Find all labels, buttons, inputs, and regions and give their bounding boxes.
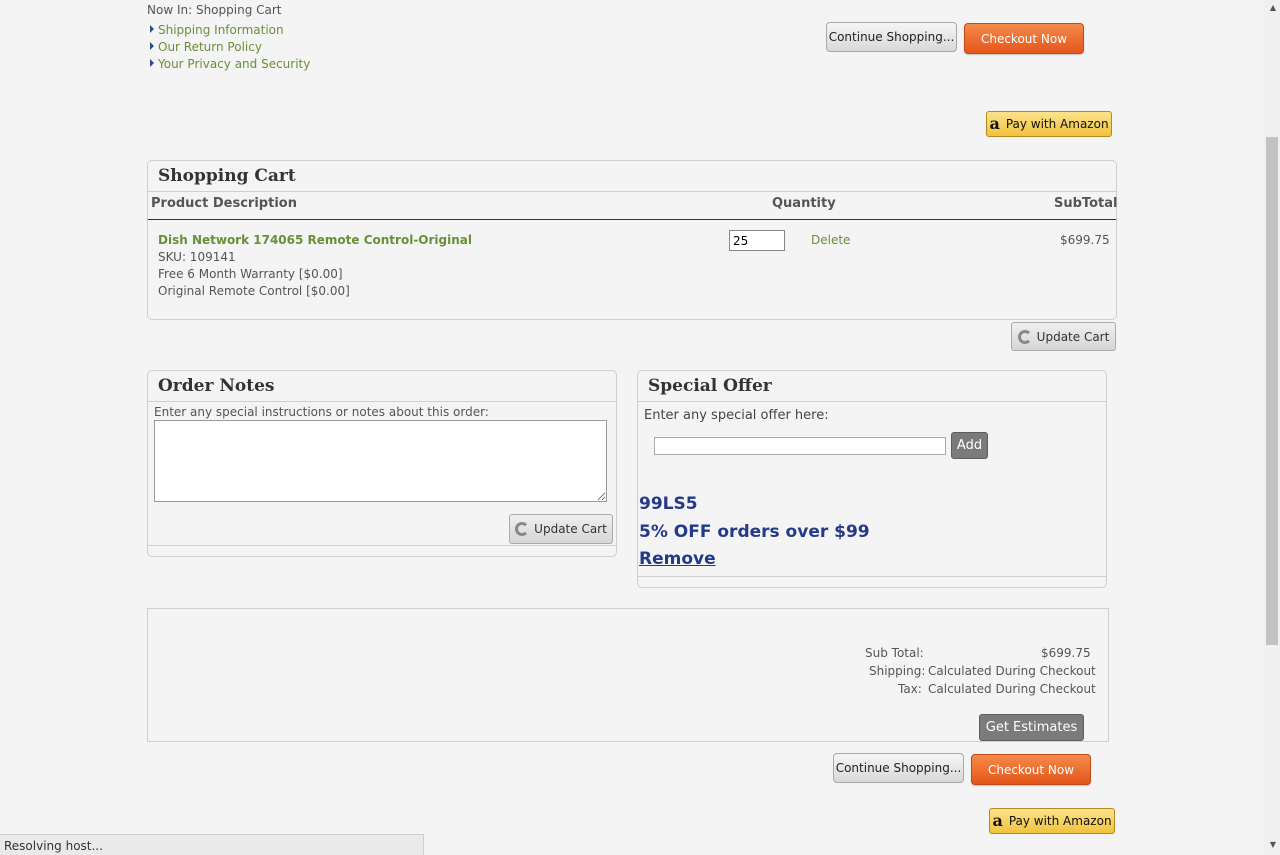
sub-total-label: Sub Total: bbox=[865, 646, 924, 660]
checkout-now-button-top[interactable]: Checkout Now bbox=[964, 23, 1084, 54]
offer-code: 99LS5 bbox=[639, 494, 698, 514]
update-cart-button-notes[interactable]: Update Cart bbox=[509, 514, 613, 544]
divider bbox=[638, 401, 1106, 402]
continue-shopping-button-top[interactable]: Continue Shopping... bbox=[826, 22, 957, 52]
divider bbox=[148, 191, 1116, 192]
shipping-info-link[interactable]: Shipping Information bbox=[150, 23, 284, 37]
arrow-right-icon bbox=[150, 42, 154, 50]
product-sku: SKU: 109141 bbox=[158, 250, 236, 264]
quantity-input[interactable] bbox=[729, 230, 785, 251]
delete-item-link[interactable]: Delete bbox=[811, 233, 850, 247]
order-notes-title: Order Notes bbox=[158, 376, 275, 396]
offer-description: 5% OFF orders over $99 bbox=[639, 522, 870, 542]
breadcrumb: Now In: Shopping Cart bbox=[147, 3, 282, 17]
privacy-security-link[interactable]: Your Privacy and Security bbox=[150, 57, 310, 71]
divider bbox=[638, 576, 1106, 577]
special-offer-prompt: Enter any special offer here: bbox=[644, 408, 829, 423]
refresh-icon bbox=[1017, 329, 1032, 344]
return-policy-link[interactable]: Our Return Policy bbox=[150, 40, 262, 54]
arrow-right-icon bbox=[150, 25, 154, 33]
add-offer-button[interactable]: Add bbox=[951, 432, 988, 459]
checkout-now-button-bottom[interactable]: Checkout Now bbox=[971, 754, 1091, 785]
product-description-header: Product Description bbox=[151, 196, 297, 211]
divider bbox=[148, 545, 616, 546]
amazon-logo-icon: a bbox=[989, 114, 1000, 133]
shipping-value: Calculated During Checkout bbox=[928, 664, 1096, 678]
refresh-icon bbox=[515, 522, 530, 536]
divider bbox=[148, 401, 616, 402]
status-bar: Resolving host... bbox=[0, 834, 424, 855]
quantity-header: Quantity bbox=[772, 196, 836, 211]
order-notes-instructions: Enter any special instructions or notes … bbox=[154, 405, 489, 419]
update-cart-button[interactable]: Update Cart bbox=[1011, 322, 1116, 351]
tax-value: Calculated During Checkout bbox=[928, 682, 1096, 696]
scrollbar-thumb[interactable] bbox=[1266, 137, 1278, 645]
subtotal-header: SubTotal bbox=[1054, 196, 1118, 211]
shipping-label: Shipping: bbox=[869, 664, 926, 678]
scroll-down-arrow-icon[interactable]: ▼ bbox=[1270, 840, 1276, 849]
scroll-up-arrow-icon[interactable]: ▲ bbox=[1270, 3, 1276, 12]
remove-offer-link[interactable]: Remove bbox=[639, 549, 716, 569]
sub-total-value: $699.75 bbox=[1041, 646, 1091, 660]
divider bbox=[148, 219, 1116, 220]
item-subtotal: $699.75 bbox=[1060, 233, 1110, 247]
continue-shopping-button-bottom[interactable]: Continue Shopping... bbox=[833, 753, 964, 783]
get-estimates-button[interactable]: Get Estimates bbox=[979, 714, 1084, 741]
product-option: Free 6 Month Warranty [$0.00] bbox=[158, 267, 343, 281]
order-notes-textarea[interactable] bbox=[154, 420, 607, 502]
pay-with-amazon-button-bottom[interactable]: a Pay with Amazon bbox=[989, 808, 1115, 834]
tax-label: Tax: bbox=[898, 682, 922, 696]
arrow-right-icon bbox=[150, 59, 154, 67]
amazon-logo-icon: a bbox=[992, 811, 1003, 830]
special-offer-title: Special Offer bbox=[648, 376, 772, 396]
product-name-link[interactable]: Dish Network 174065 Remote Control-Origi… bbox=[158, 233, 472, 247]
pay-with-amazon-button-top[interactable]: a Pay with Amazon bbox=[986, 111, 1112, 137]
shopping-cart-title: Shopping Cart bbox=[158, 166, 296, 186]
product-option: Original Remote Control [$0.00] bbox=[158, 284, 350, 298]
special-offer-input[interactable] bbox=[654, 437, 946, 455]
